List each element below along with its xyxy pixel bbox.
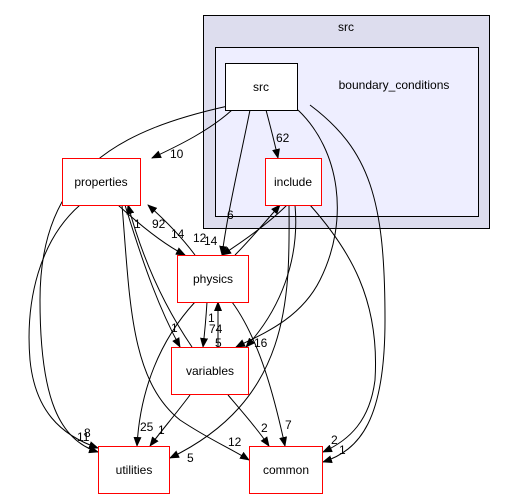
edge-label: 14 (204, 234, 218, 248)
cluster-src-label: src (338, 20, 354, 34)
svg-text:src: src (253, 80, 269, 94)
edge-line (200, 301, 209, 348)
node-include[interactable]: include (265, 158, 322, 206)
svg-text:properties: properties (74, 175, 127, 189)
edge-label: 92 (152, 217, 166, 231)
edge-line (169, 204, 290, 459)
edge-label: 1 (339, 443, 346, 457)
edge-properties-to-utilities[interactable]: 8 (28, 204, 99, 449)
svg-text:physics: physics (193, 272, 233, 286)
edge-line (28, 204, 99, 449)
edge-line (149, 394, 191, 447)
edge-label: 6 (227, 208, 234, 222)
node-variables[interactable]: variables (171, 347, 249, 395)
node-utilities[interactable]: utilities (98, 446, 170, 494)
svg-text:include: include (274, 175, 312, 189)
edge-label: 2 (331, 433, 338, 447)
edge-label: 16 (254, 336, 268, 350)
svg-text:common: common (263, 463, 309, 477)
edge-label: 12 (228, 435, 242, 449)
node-src[interactable]: src (225, 63, 298, 111)
node-properties[interactable]: properties (62, 158, 141, 206)
svg-text:variables: variables (186, 364, 234, 378)
edge-label: 1 (208, 311, 215, 325)
svg-text:utilities: utilities (116, 463, 153, 477)
edge-label: 62 (276, 131, 290, 145)
edge-label: 10 (170, 147, 184, 161)
dependency-graph: src boundary_conditions 1062118125114616… (28, 15, 490, 494)
edge-label: 2 (261, 421, 268, 435)
cluster-boundary-conditions-label: boundary_conditions (339, 78, 450, 92)
edge-variables-to-utilities[interactable]: 1 (149, 394, 191, 447)
edge-line (309, 204, 377, 453)
edge-label: 8 (84, 426, 91, 440)
node-physics[interactable]: physics (177, 255, 249, 303)
node-common[interactable]: common (249, 446, 323, 494)
edge-label: 5 (187, 451, 194, 465)
edge-include-to-common[interactable]: 2 (309, 204, 377, 453)
edge-include-to-utilities[interactable]: 5 (169, 204, 290, 465)
edge-label: 1 (158, 423, 165, 437)
edge-label: 1 (134, 217, 141, 231)
edge-label: 25 (140, 420, 154, 434)
edge-label: 7 (285, 418, 292, 432)
